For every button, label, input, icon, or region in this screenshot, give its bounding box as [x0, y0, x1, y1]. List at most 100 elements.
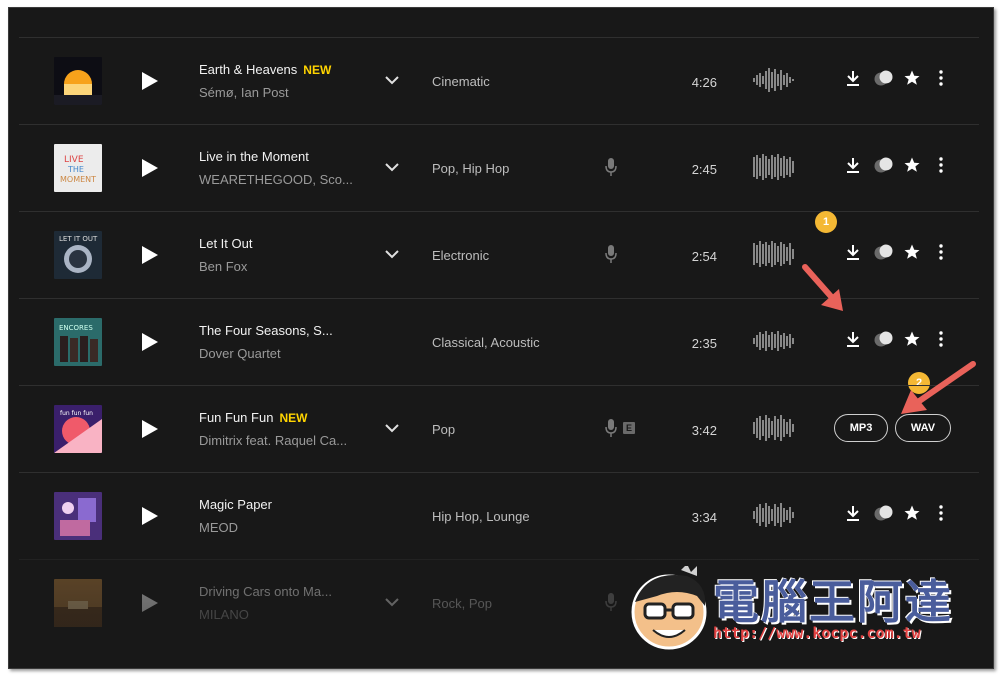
more-options-icon[interactable] — [939, 70, 943, 86]
track-title[interactable]: Fun Fun Fun NEW — [199, 410, 307, 425]
track-artist[interactable]: Dover Quartet — [199, 346, 281, 361]
track-genres[interactable]: Cinematic — [432, 74, 490, 89]
mp3-download-button[interactable]: MP3 — [834, 414, 888, 442]
play-icon[interactable] — [137, 504, 161, 528]
play-icon[interactable] — [137, 330, 161, 354]
add-to-project-icon[interactable] — [874, 505, 894, 521]
chevron-down-icon[interactable] — [384, 74, 400, 86]
watermark-url: http://www.kocpc.com.tw — [713, 624, 921, 642]
more-options-icon[interactable] — [939, 505, 943, 521]
play-icon[interactable] — [137, 156, 161, 180]
track-genres[interactable]: Pop — [432, 422, 455, 437]
download-icon[interactable] — [846, 331, 860, 347]
waveform-icon[interactable] — [752, 326, 796, 356]
chevron-down-icon[interactable] — [384, 596, 400, 608]
album-cover[interactable] — [54, 492, 102, 540]
download-icon[interactable] — [846, 244, 860, 260]
track-artist[interactable]: Sémø, Ian Post — [199, 85, 289, 100]
star-icon[interactable] — [903, 330, 921, 348]
track-list: Earth & Heavens NEW Sémø, Ian Post Cinema… — [19, 37, 979, 646]
track-duration: 4:26 — [691, 75, 717, 90]
waveform-icon[interactable] — [752, 239, 796, 269]
new-badge: NEW — [279, 411, 308, 425]
track-title[interactable]: Live in the Moment — [199, 149, 309, 164]
track-artist[interactable]: MILANO — [199, 607, 249, 622]
star-icon[interactable] — [903, 156, 921, 174]
table-row: Earth & Heavens NEW Sémø, Ian Post Cinema… — [19, 37, 979, 124]
add-to-project-icon[interactable] — [874, 70, 894, 86]
download-icon[interactable] — [846, 70, 860, 86]
watermark: 電腦王阿達 http://www.kocpc.com.tw — [627, 556, 967, 656]
add-to-project-icon[interactable] — [874, 244, 894, 260]
watermark-title: 電腦王阿達 — [713, 575, 953, 629]
play-icon[interactable] — [137, 417, 161, 441]
track-artist[interactable]: Ben Fox — [199, 259, 247, 274]
album-cover[interactable]: fun fun fun — [54, 405, 102, 453]
more-options-icon[interactable] — [939, 331, 943, 347]
star-icon[interactable] — [903, 243, 921, 261]
annotation-arrow-1 — [802, 264, 843, 311]
vocals-icon — [605, 158, 617, 176]
more-options-icon[interactable] — [939, 244, 943, 260]
svg-text:LIVE: LIVE — [64, 155, 84, 165]
track-duration: 3:42 — [691, 423, 717, 438]
vocals-icon — [605, 245, 617, 263]
step-marker-1: 1 — [815, 211, 837, 233]
download-icon[interactable] — [846, 505, 860, 521]
chevron-down-icon[interactable] — [384, 161, 400, 173]
svg-text:fun fun fun: fun fun fun — [60, 410, 93, 417]
new-badge: NEW — [303, 63, 332, 77]
add-to-project-icon[interactable] — [874, 157, 894, 173]
track-genres[interactable]: Electronic — [432, 248, 489, 263]
track-genres[interactable]: Hip Hop, Lounge — [432, 509, 530, 524]
svg-text:LET IT OUT: LET IT OUT — [59, 235, 98, 243]
track-genres[interactable]: Pop, Hip Hop — [432, 161, 509, 176]
track-title[interactable]: Driving Cars onto Ma... — [199, 584, 332, 599]
track-title[interactable]: The Four Seasons, S... — [199, 323, 333, 338]
svg-text:THE: THE — [67, 165, 84, 174]
track-title[interactable]: Magic Paper — [199, 497, 272, 512]
star-icon[interactable] — [903, 69, 921, 87]
explicit-badge: E — [623, 422, 635, 434]
track-duration: 2:45 — [691, 162, 717, 177]
mascot-icon — [631, 566, 707, 650]
table-row: Magic Paper MEOD Hip Hop, Lounge 3:34 — [19, 472, 979, 559]
track-genres[interactable]: Rock, Pop — [432, 596, 492, 611]
track-title[interactable]: Earth & Heavens NEW — [199, 62, 331, 77]
album-cover[interactable]: LIVE THE MOMENT — [54, 144, 102, 192]
track-artist[interactable]: Dimitrix feat. Raquel Ca... — [199, 433, 347, 448]
chevron-down-icon[interactable] — [384, 422, 400, 434]
track-duration: 2:54 — [691, 249, 717, 264]
album-cover[interactable]: LET IT OUT — [54, 231, 102, 279]
album-cover[interactable] — [54, 57, 102, 105]
album-cover[interactable]: ENCORES — [54, 318, 102, 366]
track-genres[interactable]: Classical, Acoustic — [432, 335, 540, 350]
vocals-icon — [605, 593, 617, 611]
track-artist[interactable]: MEOD — [199, 520, 238, 535]
svg-text:ENCORES: ENCORES — [59, 324, 93, 332]
star-icon[interactable] — [903, 504, 921, 522]
vocals-icon — [605, 419, 617, 437]
track-artist[interactable]: WEARETHEGOOD, Sco... — [199, 172, 353, 187]
svg-text:MOMENT: MOMENT — [60, 175, 96, 184]
track-duration: 2:35 — [691, 336, 717, 351]
table-row: LIVE THE MOMENT Live in the Moment WEARETH… — [19, 124, 979, 211]
annotation-arrow-2 — [901, 361, 976, 414]
more-options-icon[interactable] — [939, 157, 943, 173]
chevron-down-icon[interactable] — [384, 248, 400, 260]
app-frame: Earth & Heavens NEW Sémø, Ian Post Cinema… — [8, 7, 994, 669]
add-to-project-icon[interactable] — [874, 331, 894, 347]
play-icon[interactable] — [137, 243, 161, 267]
waveform-icon[interactable] — [752, 413, 796, 443]
waveform-icon[interactable] — [752, 500, 796, 530]
download-icon[interactable] — [846, 157, 860, 173]
play-icon[interactable] — [137, 69, 161, 93]
play-icon[interactable] — [137, 591, 161, 615]
track-title[interactable]: Let It Out — [199, 236, 252, 251]
album-cover[interactable] — [54, 579, 102, 627]
table-row: fun fun fun Fun Fun Fun NEW Dimitrix feat… — [19, 385, 979, 472]
wav-download-button[interactable]: WAV — [895, 414, 951, 442]
waveform-icon[interactable] — [752, 152, 796, 182]
track-duration: 3:34 — [691, 510, 717, 525]
waveform-icon[interactable] — [752, 65, 796, 95]
